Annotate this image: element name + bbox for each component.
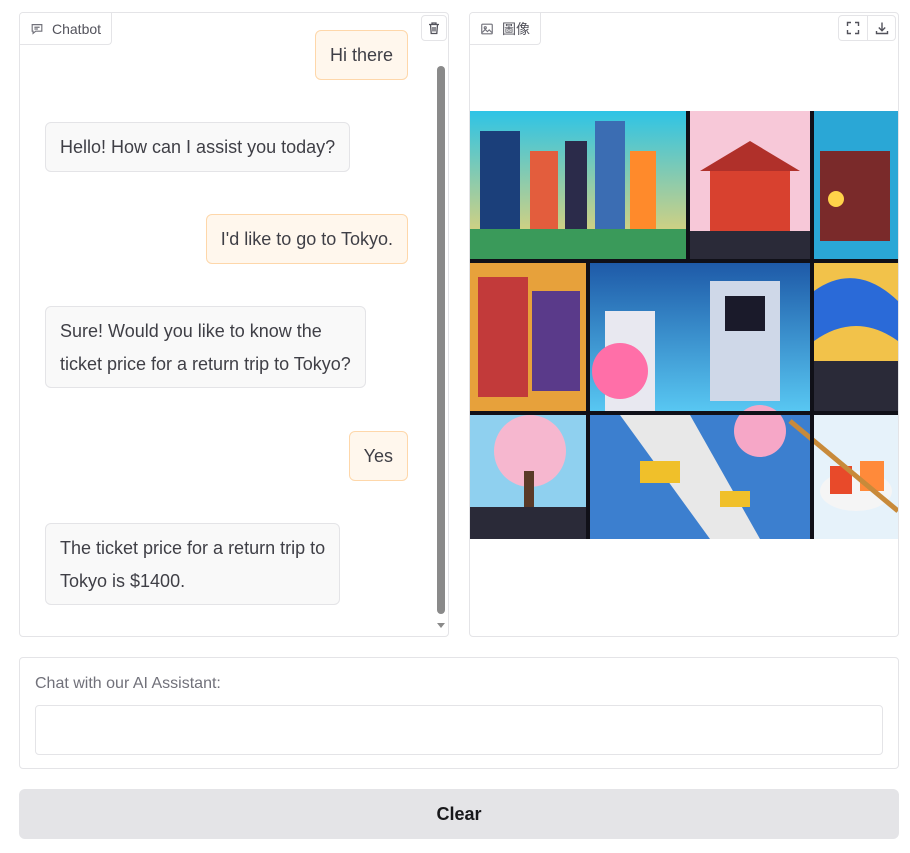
message-text-line: ticket price for a return trip to Tokyo? xyxy=(60,354,351,374)
image-panel: 圖像 xyxy=(469,12,899,637)
image-icon xyxy=(481,23,493,34)
image-label: 圖像 xyxy=(470,13,541,45)
message-bot: The ticket price for a return trip to To… xyxy=(45,523,341,605)
message-bot: Sure! Would you like to know the ticket … xyxy=(45,306,366,388)
chatbot-panel: Chatbot Hi there Hello! How can I assist… xyxy=(19,12,449,637)
fullscreen-button[interactable] xyxy=(839,16,867,40)
chatbot-label: Chatbot xyxy=(20,13,113,45)
scrollbar[interactable] xyxy=(437,66,445,614)
message-list: Hi there Hello! How can I assist you tod… xyxy=(20,13,434,636)
message-text-line: The ticket price for a return trip to xyxy=(60,538,326,558)
clear-button[interactable]: Clear xyxy=(19,789,899,839)
tokyo-collage-image xyxy=(470,111,898,539)
message-text: Hi there xyxy=(329,45,393,65)
message-text: Hello! How can I assist you today? xyxy=(60,137,336,157)
message-user: I'd like to go to Tokyo. xyxy=(205,214,408,264)
message-text-line: Tokyo is $1400. xyxy=(60,571,186,591)
chatbot-label-text: Chatbot xyxy=(52,20,102,37)
download-button[interactable] xyxy=(867,16,895,40)
fullscreen-icon xyxy=(846,21,860,35)
download-icon xyxy=(875,22,888,35)
message-text: Yes xyxy=(363,446,393,466)
clear-chat-button[interactable] xyxy=(421,15,447,41)
message-text: I'd like to go to Tokyo. xyxy=(220,229,393,249)
chat-input[interactable] xyxy=(35,705,883,755)
message-user: Yes xyxy=(348,431,408,481)
message-bot: Hello! How can I assist you today? xyxy=(45,122,351,172)
message-user: Hi there xyxy=(314,30,408,80)
scroll-down-arrow-icon[interactable] xyxy=(436,620,446,630)
chat-icon xyxy=(31,23,43,35)
trash-icon xyxy=(429,22,439,35)
image-label-text: 圖像 xyxy=(502,20,530,37)
chat-input-panel: Chat with our AI Assistant: xyxy=(19,657,899,769)
chat-input-label: Chat with our AI Assistant: xyxy=(35,675,221,692)
message-text-line: Sure! Would you like to know the xyxy=(60,321,322,341)
image-actions xyxy=(838,15,896,41)
